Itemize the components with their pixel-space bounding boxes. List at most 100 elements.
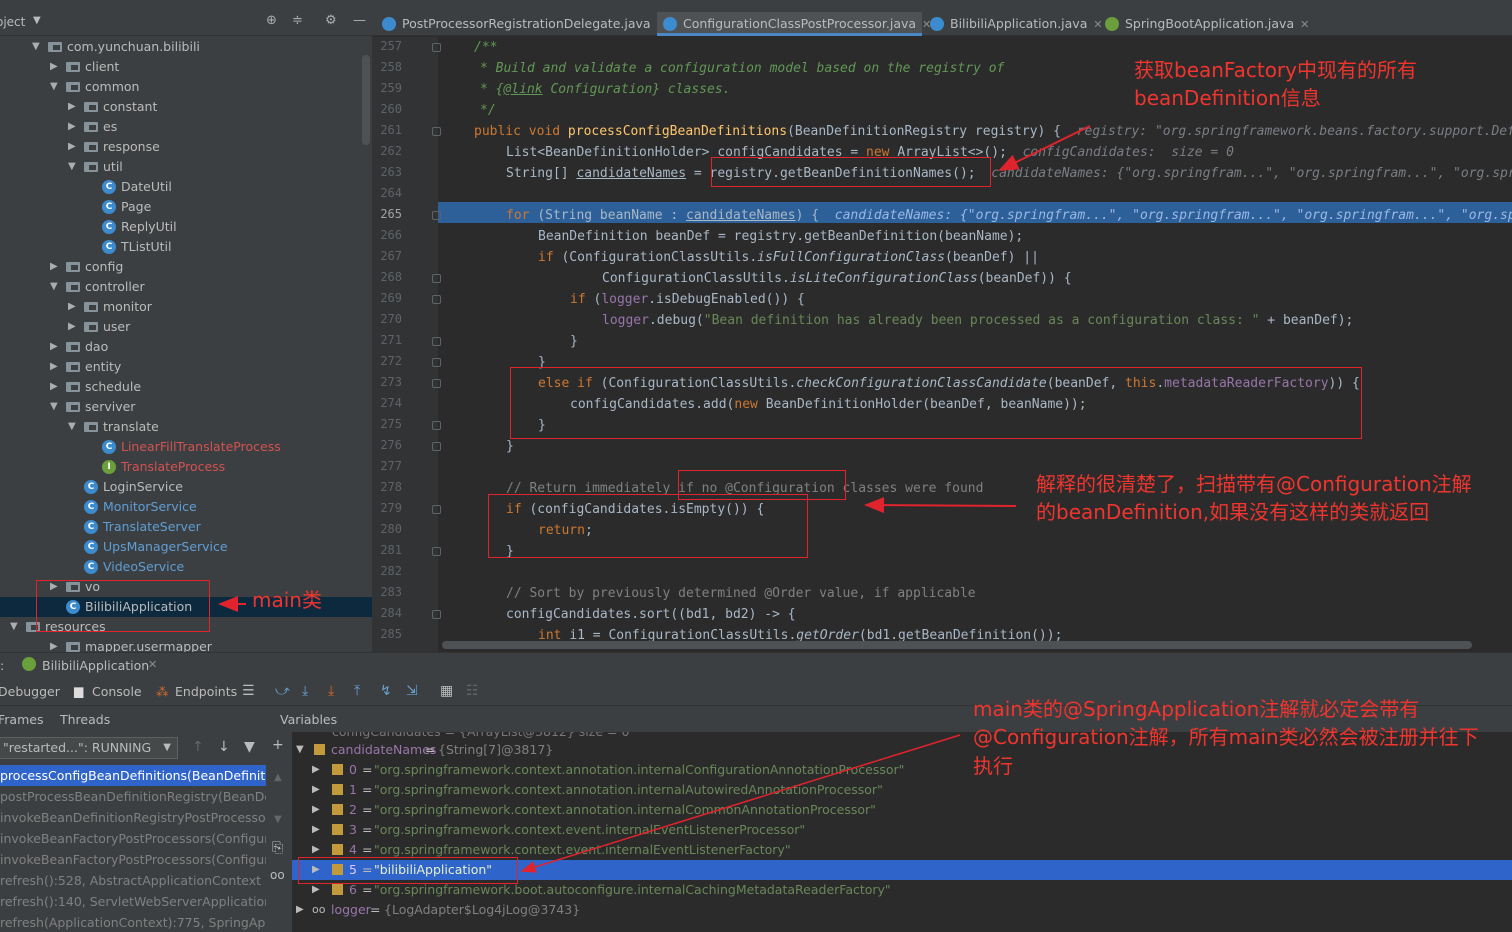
collapse-all-icon[interactable]: ≑ bbox=[292, 13, 303, 28]
chevron-right-icon[interactable]: ▶ bbox=[312, 800, 320, 820]
stack-frame[interactable]: invokeBeanDefinitionRegistryPostProcesso… bbox=[0, 807, 266, 828]
locate-icon[interactable]: ⊕ bbox=[266, 13, 277, 28]
stack-frame[interactable]: refresh():528, AbstractApplicationContex… bbox=[0, 870, 266, 891]
fold-marker-icon[interactable] bbox=[432, 421, 441, 430]
tree-item[interactable]: C LoginService bbox=[0, 477, 372, 497]
tab-debugger[interactable]: Debugger bbox=[0, 684, 60, 699]
array-item[interactable]: ▶ 3 = "org.springframework.context.event.in… bbox=[292, 820, 1512, 840]
tab-endpoints[interactable]: Endpoints bbox=[175, 684, 237, 699]
tree-item[interactable]: ▶ entity bbox=[0, 357, 372, 377]
fold-marker-icon[interactable] bbox=[432, 610, 441, 619]
tree-item[interactable]: ▶ schedule bbox=[0, 377, 372, 397]
frames-label[interactable]: Frames bbox=[0, 712, 43, 727]
tree-item[interactable]: ▼ serviver bbox=[0, 397, 372, 417]
fold-marker-icon[interactable] bbox=[432, 442, 441, 451]
tree-item[interactable]: ▶ es bbox=[0, 117, 372, 137]
chevron-right-icon[interactable]: ▶ bbox=[68, 137, 76, 157]
chevron-right-icon[interactable]: ▶ bbox=[296, 900, 304, 920]
tree-item[interactable]: ▶ user bbox=[0, 317, 372, 337]
stack-frame[interactable]: invokeBeanFactoryPostProcessors(Configur… bbox=[0, 849, 266, 870]
array-item[interactable]: ▶ 1 = "org.springframework.context.annotati… bbox=[292, 780, 1512, 800]
show-execution-point-icon[interactable]: ⤻ bbox=[275, 683, 290, 699]
chevron-down-icon[interactable]: ▼ bbox=[50, 77, 58, 97]
tree-item[interactable]: C ReplyUtil bbox=[0, 217, 372, 237]
tree-item[interactable]: ▶ config bbox=[0, 257, 372, 277]
threads-label[interactable]: Threads bbox=[60, 712, 110, 727]
trace-icon[interactable]: ☷ bbox=[466, 683, 479, 699]
editor-horizontal-scrollbar[interactable] bbox=[442, 641, 1472, 649]
gear-icon[interactable]: ⚙ bbox=[325, 13, 337, 28]
chevron-right-icon[interactable]: ▶ bbox=[68, 317, 76, 337]
chevron-right-icon[interactable]: ▶ bbox=[50, 257, 58, 277]
chevron-right-icon[interactable]: ▶ bbox=[50, 377, 58, 397]
up-arrow-icon[interactable]: ↑ bbox=[192, 739, 204, 755]
run-config-tab[interactable]: BilibiliApplication bbox=[42, 658, 149, 673]
chevron-down-icon[interactable]: ▼ bbox=[50, 397, 58, 417]
chevron-right-icon[interactable]: ▶ bbox=[312, 820, 320, 840]
tab-spring-boot-application[interactable]: SpringBootApplication.java ✕ bbox=[1105, 12, 1309, 36]
tree-item[interactable]: ▶ monitor bbox=[0, 297, 372, 317]
fold-marker-icon[interactable] bbox=[432, 43, 441, 52]
fold-marker-icon[interactable] bbox=[432, 337, 441, 346]
project-panel-title[interactable]: oject bbox=[0, 15, 25, 29]
chevron-right-icon[interactable]: ▶ bbox=[312, 780, 320, 800]
chevron-right-icon[interactable]: ▶ bbox=[68, 297, 76, 317]
tree-item[interactable]: C MonitorService bbox=[0, 497, 372, 517]
copy-icon[interactable]: ⎘ bbox=[272, 840, 283, 856]
tree-item[interactable]: ▼ common bbox=[0, 77, 372, 97]
stack-frame[interactable]: refresh():140, ServletWebServerApplicati… bbox=[0, 891, 266, 912]
stack-frame[interactable]: postProcessBeanDefinitionRegistry(BeanDe… bbox=[0, 786, 266, 807]
step-over-icon[interactable]: ⤓ bbox=[302, 683, 308, 699]
drop-frame-icon[interactable]: ↯ bbox=[380, 683, 392, 699]
chevron-right-icon[interactable]: ▶ bbox=[50, 357, 58, 377]
tree-item[interactable]: ▼ translate bbox=[0, 417, 372, 437]
tab-postprocessor[interactable]: PostProcessorRegistrationDelegate.java✕ bbox=[382, 12, 666, 36]
tab-configuration-class-post-processor[interactable]: ConfigurationClassPostProcessor.java ✕ bbox=[657, 12, 931, 36]
stack-frame[interactable]: invokeBeanFactoryPostProcessors(Configur… bbox=[0, 828, 266, 849]
tree-item[interactable]: ▶ response bbox=[0, 137, 372, 157]
stack-frame[interactable]: refresh(ApplicationContext):775, SpringA… bbox=[0, 912, 266, 932]
step-into-icon[interactable]: ⤓ bbox=[328, 683, 334, 699]
chevron-right-icon[interactable]: ▶ bbox=[312, 760, 320, 780]
run-to-cursor-icon[interactable]: ⇲ bbox=[406, 683, 418, 699]
chevron-down-icon[interactable]: ▼ bbox=[68, 157, 76, 177]
down-icon[interactable]: ▼ bbox=[274, 814, 282, 825]
chevron-right-icon[interactable]: ▶ bbox=[50, 637, 58, 652]
chevron-down-icon[interactable]: ▼ bbox=[68, 417, 76, 437]
tree-item[interactable]: ▼ util bbox=[0, 157, 372, 177]
chevron-right-icon[interactable]: ▶ bbox=[50, 57, 58, 77]
step-out-icon[interactable]: ⤒ bbox=[354, 683, 360, 699]
fold-marker-icon[interactable] bbox=[432, 274, 441, 283]
fold-marker-icon[interactable] bbox=[432, 358, 441, 367]
tree-item[interactable]: C LinearFillTranslateProcess bbox=[0, 437, 372, 457]
fold-marker-icon[interactable] bbox=[432, 547, 441, 556]
up-icon[interactable]: ▲ bbox=[274, 772, 282, 783]
tree-item[interactable]: C VideoService bbox=[0, 557, 372, 577]
fold-marker-icon[interactable] bbox=[432, 295, 441, 304]
tree-item[interactable]: ▼ controller bbox=[0, 277, 372, 297]
menu-icon[interactable]: ☰ bbox=[242, 683, 255, 699]
tree-item[interactable]: C TranslateServer bbox=[0, 517, 372, 537]
chevron-down-icon[interactable]: ▼ bbox=[32, 37, 40, 57]
array-item[interactable]: ▶ 0 = "org.springframework.context.annotati… bbox=[292, 760, 1512, 780]
tree-item[interactable]: C Page bbox=[0, 197, 372, 217]
close-icon[interactable]: ✕ bbox=[1093, 18, 1102, 31]
fold-marker-icon[interactable] bbox=[432, 379, 441, 388]
array-item[interactable]: ▶ 2 = "org.springframework.context.annotati… bbox=[292, 800, 1512, 820]
chevron-down-icon[interactable]: ▼ bbox=[50, 277, 58, 297]
variable-logger[interactable]: ▶ oo logger = {LogAdapter$Log4jLog@3743} bbox=[292, 900, 1512, 920]
tree-item[interactable]: ▶ dao bbox=[0, 337, 372, 357]
tree-item[interactable]: ▼ com.yunchuan.bilibili bbox=[0, 37, 372, 57]
watch-icon[interactable]: oo bbox=[270, 868, 285, 882]
tab-console[interactable]: Console bbox=[92, 684, 142, 699]
evaluate-icon[interactable]: ▦ bbox=[440, 683, 453, 699]
fold-marker-icon[interactable] bbox=[432, 127, 441, 136]
tree-item[interactable]: C TListUtil bbox=[0, 237, 372, 257]
down-arrow-icon[interactable]: ↓ bbox=[218, 739, 230, 755]
chevron-down-icon[interactable]: ▼ bbox=[33, 15, 41, 26]
filter-icon[interactable]: ▼ bbox=[244, 739, 255, 755]
stack-frame[interactable]: processConfigBeanDefinitions(BeanDefinit… bbox=[0, 765, 266, 786]
fold-marker-icon[interactable] bbox=[432, 211, 441, 220]
chevron-right-icon[interactable]: ▶ bbox=[68, 97, 76, 117]
tree-item[interactable]: C UpsManagerService bbox=[0, 537, 372, 557]
